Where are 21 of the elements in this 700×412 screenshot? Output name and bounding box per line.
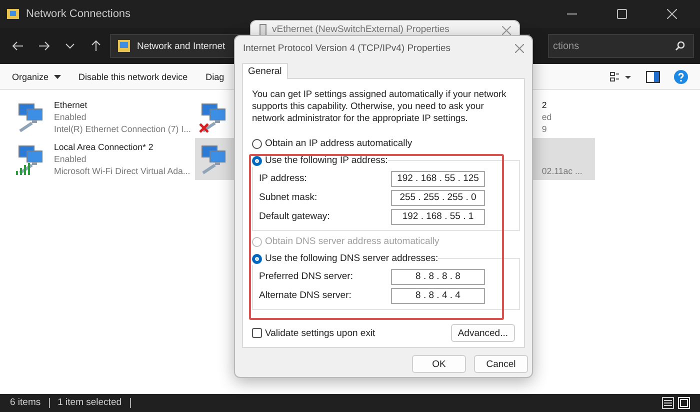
connection-name: Ethernet (54, 99, 88, 111)
connection-device: 9 (542, 123, 548, 135)
field-label: Default gateway: (259, 211, 330, 222)
connection-status: ed (542, 111, 552, 123)
field-label: Alternate DNS server: (259, 290, 352, 301)
connection-name: 2 (542, 99, 548, 111)
connection-name: Local Area Connection* 2 (54, 141, 154, 153)
item-count: 6 items (10, 398, 50, 408)
connection-device: 02.11ac ... (542, 165, 582, 177)
selection-count: 1 item selected (58, 398, 131, 408)
field-label: IP address: (259, 173, 307, 184)
connection-device: Microsoft Wi-Fi Direct Virtual Ada... (54, 165, 190, 177)
connection-status: Enabled (54, 153, 88, 165)
dialog-title: vEthernet (NewSwitchExternal) Properties (272, 24, 450, 36)
field-label: Preferred DNS server: (259, 271, 353, 282)
connection-status: Enabled (54, 111, 88, 123)
connection-device: Intel(R) Ethernet Connection (7) I... (54, 123, 191, 135)
dialog-title: Internet Protocol Version 4 (TCP/IPv4) Properties (243, 43, 452, 54)
description-text: You can get IP settings assigned automatically if your network supports this capability. Otherwise, you need to ask your network administrator for the appropriate IP settings. (252, 88, 508, 124)
field-label: Subnet mask: (259, 192, 318, 203)
window-title: Network Connections (26, 8, 132, 20)
